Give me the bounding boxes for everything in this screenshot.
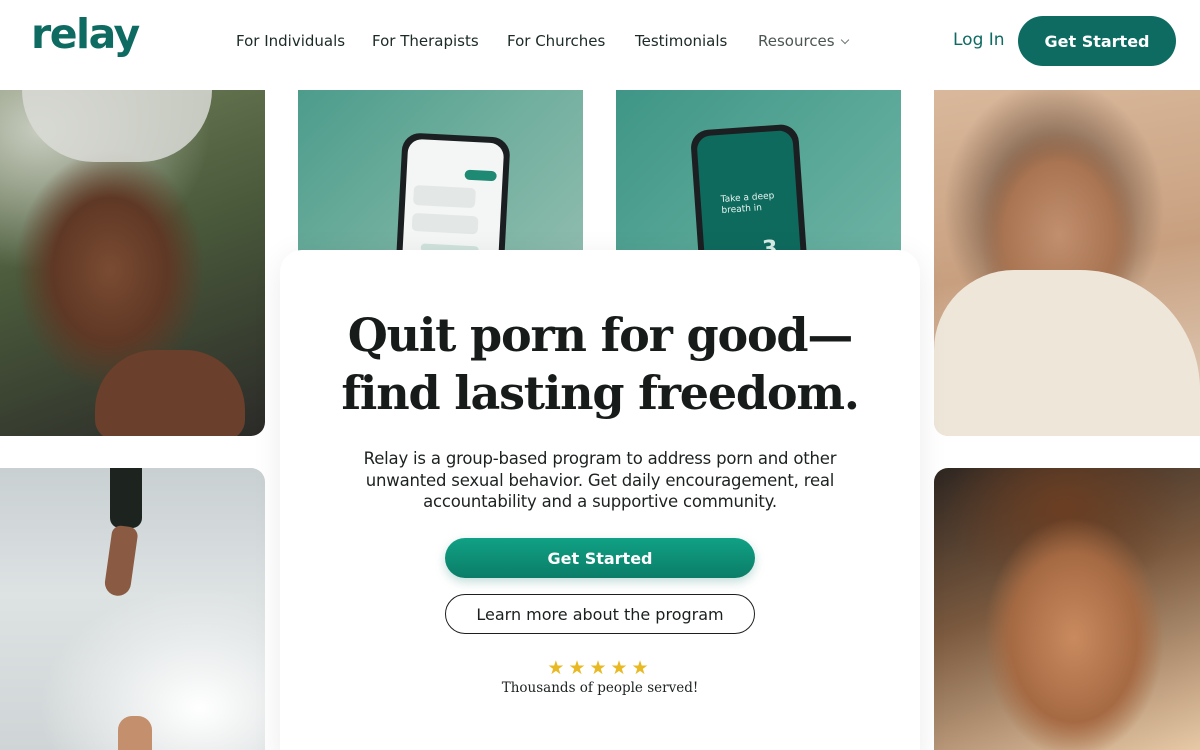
hero-get-started-button[interactable]: Get Started: [445, 538, 755, 578]
nav-for-individuals[interactable]: For Individuals: [236, 31, 345, 51]
photo-detail: [95, 350, 245, 436]
rating-caption: Thousands of people served!: [501, 680, 699, 696]
nav-testimonials[interactable]: Testimonials: [635, 31, 727, 51]
photo-phone-breathing-screen: Take a deep breath in 3: [616, 90, 901, 260]
chevron-down-icon: [840, 35, 849, 45]
nav-resources-label: Resources: [758, 32, 835, 50]
photo-smiling-older-man: [0, 90, 265, 436]
photo-smiling-woman: [934, 90, 1200, 436]
phone-mockup: Take a deep breath in 3: [689, 123, 811, 260]
phone-screen: Take a deep breath in 3: [696, 129, 805, 260]
chat-bubble: [464, 169, 497, 182]
photo-detail: [22, 90, 212, 162]
phone-mockup: [393, 132, 511, 260]
hero-headline: Quit porn for good— find lasting freedom…: [280, 306, 920, 422]
chat-bubble: [411, 212, 479, 235]
hero-card: Quit porn for good— find lasting freedom…: [280, 250, 920, 750]
photo-phone-chat-screen: [298, 90, 583, 260]
photo-detail: [110, 468, 142, 528]
chat-bubble: [412, 184, 476, 209]
photo-detail: [103, 524, 139, 598]
photo-smiling-young-man: [934, 468, 1200, 750]
nav-for-churches[interactable]: For Churches: [507, 31, 605, 51]
nav-for-therapists[interactable]: For Therapists: [372, 31, 479, 51]
hero-headline-line-2: find lasting freedom.: [341, 366, 860, 420]
learn-more-button[interactable]: Learn more about the program: [445, 594, 755, 634]
site-header: relay For Individuals For Therapists For…: [0, 0, 1200, 90]
login-link[interactable]: Log In: [953, 30, 1005, 50]
hero-headline-line-1: Quit porn for good—: [347, 308, 854, 362]
relay-logo[interactable]: relay: [31, 14, 140, 55]
rating-stars-icon: ★★★★★: [547, 657, 653, 679]
breathing-prompt: Take a deep breath in: [720, 191, 775, 216]
photo-reaching-hands: [0, 468, 265, 750]
photo-detail: [934, 270, 1200, 436]
phone-screen: [399, 138, 505, 260]
photo-detail: [118, 716, 152, 750]
nav-resources-dropdown[interactable]: Resources: [758, 31, 849, 51]
header-get-started-button[interactable]: Get Started: [1018, 16, 1176, 66]
hero-subtext: Relay is a group-based program to addres…: [363, 449, 837, 511]
